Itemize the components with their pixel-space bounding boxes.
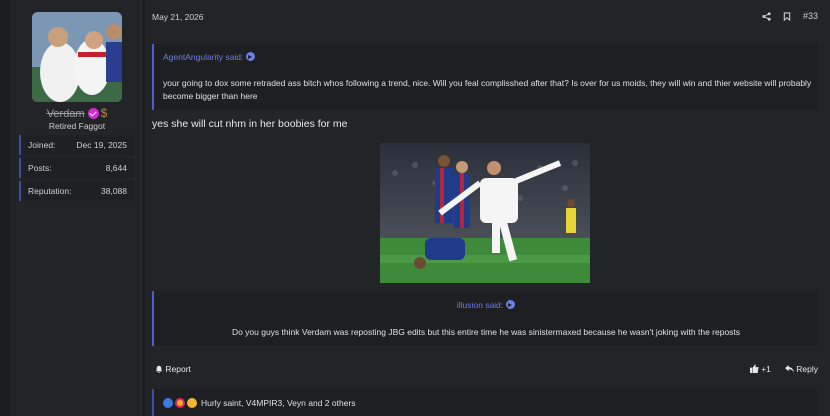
- quote-link-icon[interactable]: [506, 300, 516, 309]
- quote-block: illusion said: Do you guys think Verdam …: [152, 291, 818, 346]
- post-number[interactable]: #33: [803, 11, 818, 21]
- post-image[interactable]: [380, 143, 590, 283]
- user-sidebar: Verdam $ Retired Faggot Joined: Dec 19, 2…: [0, 0, 145, 416]
- stat-label: Posts:: [28, 163, 52, 173]
- share-icon[interactable]: [762, 11, 771, 21]
- reactions-list[interactable]: Hurly saint, V4MPIR3, Veyn and 2 others: [201, 398, 356, 408]
- stat-label: Reputation:: [28, 186, 72, 196]
- stat-label: Joined:: [28, 140, 56, 150]
- post-actions: +1 Reply: [749, 364, 818, 374]
- reaction-love-icon: [175, 398, 185, 408]
- avatar[interactable]: [32, 12, 122, 102]
- quote-author[interactable]: illusion said:: [154, 300, 818, 310]
- plus-one-button[interactable]: +1: [749, 364, 771, 374]
- username-row: Verdam $: [0, 106, 154, 120]
- reply-button[interactable]: Reply: [784, 364, 818, 374]
- reactions-bar[interactable]: Hurly saint, V4MPIR3, Veyn and 2 others: [152, 389, 818, 416]
- quote-block: AgentAngularity said: your going to dox …: [152, 44, 818, 110]
- like-icon: [749, 364, 759, 373]
- stat-reputation: Reputation: 38,088: [19, 181, 134, 201]
- stat-value: 8,644: [105, 163, 127, 173]
- post-main: May 21, 2026 #33 AgentAngularity said: y…: [145, 0, 830, 416]
- post-tools: #33: [762, 11, 818, 21]
- quote-text: Do you guys think Verdam was reposting J…: [231, 327, 741, 337]
- reaction-laugh-icon: [187, 398, 197, 408]
- quote-author[interactable]: AgentAngularity said:: [163, 52, 256, 62]
- stat-value: Dec 19, 2025: [76, 140, 127, 150]
- reaction-like-icon: [163, 398, 173, 408]
- bookmark-icon[interactable]: [783, 11, 791, 21]
- quote-text: your going to dox some retraded ass bitc…: [163, 78, 812, 101]
- stat-posts: Posts: 8,644: [19, 158, 134, 178]
- post-body: yes she will cut nhm in her boobies for …: [152, 118, 348, 130]
- quote-link-icon[interactable]: [246, 52, 256, 61]
- stat-joined: Joined: Dec 19, 2025: [19, 135, 134, 155]
- money-bag-icon: $: [100, 106, 108, 120]
- report-icon: [155, 365, 163, 373]
- verified-icon: [87, 108, 99, 119]
- user-title: Retired Faggot: [48, 121, 106, 131]
- reply-icon: [784, 365, 794, 373]
- stat-value: 38,088: [101, 186, 127, 196]
- username[interactable]: Verdam: [47, 108, 85, 120]
- report-button[interactable]: Report: [155, 364, 191, 374]
- post-date[interactable]: May 21, 2026: [152, 12, 204, 22]
